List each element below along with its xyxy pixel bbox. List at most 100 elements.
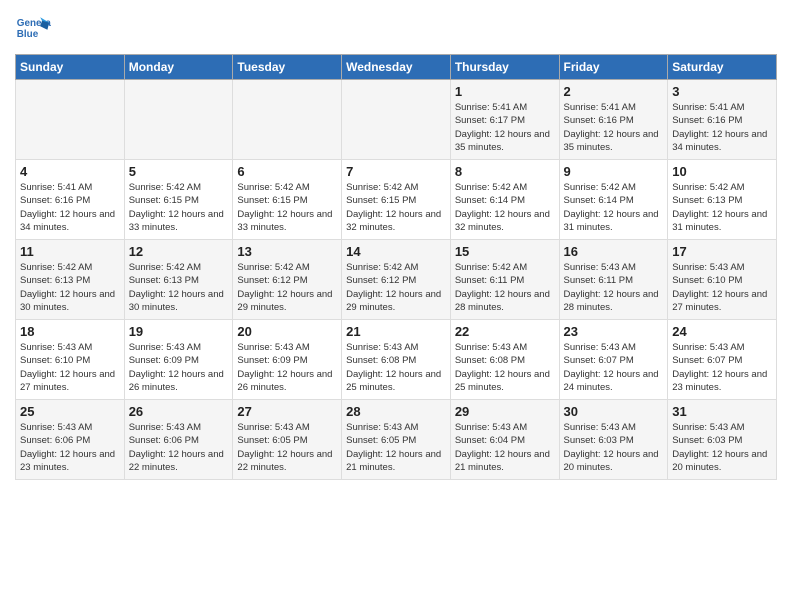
calendar-cell: 22 Sunrise: 5:43 AM Sunset: 6:08 PM Dayli…	[450, 320, 559, 400]
calendar-cell	[16, 80, 125, 160]
calendar-cell: 27 Sunrise: 5:43 AM Sunset: 6:05 PM Dayli…	[233, 400, 342, 480]
day-number: 31	[672, 404, 772, 419]
day-info: Sunrise: 5:42 AM Sunset: 6:13 PM Dayligh…	[672, 181, 772, 234]
day-number: 7	[346, 164, 446, 179]
calendar-week-row: 25 Sunrise: 5:43 AM Sunset: 6:06 PM Dayli…	[16, 400, 777, 480]
day-info: Sunrise: 5:43 AM Sunset: 6:05 PM Dayligh…	[237, 421, 337, 474]
day-number: 23	[564, 324, 664, 339]
day-number: 6	[237, 164, 337, 179]
day-info: Sunrise: 5:41 AM Sunset: 6:16 PM Dayligh…	[20, 181, 120, 234]
calendar-cell: 6 Sunrise: 5:42 AM Sunset: 6:15 PM Daylig…	[233, 160, 342, 240]
day-info: Sunrise: 5:42 AM Sunset: 6:15 PM Dayligh…	[237, 181, 337, 234]
day-info: Sunrise: 5:41 AM Sunset: 6:16 PM Dayligh…	[564, 101, 664, 154]
calendar-cell: 20 Sunrise: 5:43 AM Sunset: 6:09 PM Dayli…	[233, 320, 342, 400]
calendar-cell	[342, 80, 451, 160]
header-day-sunday: Sunday	[16, 55, 125, 80]
day-number: 29	[455, 404, 555, 419]
day-number: 22	[455, 324, 555, 339]
day-info: Sunrise: 5:43 AM Sunset: 6:07 PM Dayligh…	[672, 341, 772, 394]
calendar-cell: 15Sunrise: 5:42 AM Sunset: 6:11 PM Dayli…	[450, 240, 559, 320]
calendar-cell: 10 Sunrise: 5:42 AM Sunset: 6:13 PM Dayli…	[668, 160, 777, 240]
day-number: 10	[672, 164, 772, 179]
calendar-cell: 7Sunrise: 5:42 AM Sunset: 6:15 PM Daylig…	[342, 160, 451, 240]
day-info: Sunrise: 5:43 AM Sunset: 6:03 PM Dayligh…	[564, 421, 664, 474]
day-info: Sunrise: 5:42 AM Sunset: 6:15 PM Dayligh…	[129, 181, 229, 234]
calendar-cell: 19Sunrise: 5:43 AM Sunset: 6:09 PM Dayli…	[124, 320, 233, 400]
day-number: 8	[455, 164, 555, 179]
day-number: 18	[20, 324, 120, 339]
header-day-thursday: Thursday	[450, 55, 559, 80]
day-info: Sunrise: 5:42 AM Sunset: 6:13 PM Dayligh…	[20, 261, 120, 314]
calendar-cell	[124, 80, 233, 160]
day-number: 17	[672, 244, 772, 259]
calendar-week-row: 4Sunrise: 5:41 AM Sunset: 6:16 PM Daylig…	[16, 160, 777, 240]
day-number: 30	[564, 404, 664, 419]
day-number: 12	[129, 244, 229, 259]
calendar-cell: 25 Sunrise: 5:43 AM Sunset: 6:06 PM Dayli…	[16, 400, 125, 480]
calendar-week-row: 11 Sunrise: 5:42 AM Sunset: 6:13 PM Dayli…	[16, 240, 777, 320]
calendar-cell: 3Sunrise: 5:41 AM Sunset: 6:16 PM Daylig…	[668, 80, 777, 160]
day-info: Sunrise: 5:41 AM Sunset: 6:16 PM Dayligh…	[672, 101, 772, 154]
day-info: Sunrise: 5:43 AM Sunset: 6:09 PM Dayligh…	[237, 341, 337, 394]
day-info: Sunrise: 5:43 AM Sunset: 6:11 PM Dayligh…	[564, 261, 664, 314]
day-number: 11	[20, 244, 120, 259]
calendar-table: SundayMondayTuesdayWednesdayThursdayFrid…	[15, 54, 777, 480]
day-info: Sunrise: 5:43 AM Sunset: 6:08 PM Dayligh…	[346, 341, 446, 394]
calendar-cell: 30 Sunrise: 5:43 AM Sunset: 6:03 PM Dayli…	[559, 400, 668, 480]
calendar-cell: 26 Sunrise: 5:43 AM Sunset: 6:06 PM Dayli…	[124, 400, 233, 480]
calendar-week-row: 1Sunrise: 5:41 AM Sunset: 6:17 PM Daylig…	[16, 80, 777, 160]
calendar-cell: 9 Sunrise: 5:42 AM Sunset: 6:14 PM Daylig…	[559, 160, 668, 240]
day-info: Sunrise: 5:43 AM Sunset: 6:03 PM Dayligh…	[672, 421, 772, 474]
calendar-cell: 1Sunrise: 5:41 AM Sunset: 6:17 PM Daylig…	[450, 80, 559, 160]
calendar-cell: 23 Sunrise: 5:43 AM Sunset: 6:07 PM Dayli…	[559, 320, 668, 400]
day-number: 20	[237, 324, 337, 339]
calendar-cell: 29Sunrise: 5:43 AM Sunset: 6:04 PM Dayli…	[450, 400, 559, 480]
calendar-cell: 16 Sunrise: 5:43 AM Sunset: 6:11 PM Dayli…	[559, 240, 668, 320]
day-info: Sunrise: 5:43 AM Sunset: 6:07 PM Dayligh…	[564, 341, 664, 394]
day-info: Sunrise: 5:43 AM Sunset: 6:09 PM Dayligh…	[129, 341, 229, 394]
calendar-cell: 18 Sunrise: 5:43 AM Sunset: 6:10 PM Dayli…	[16, 320, 125, 400]
day-info: Sunrise: 5:43 AM Sunset: 6:08 PM Dayligh…	[455, 341, 555, 394]
day-number: 25	[20, 404, 120, 419]
day-info: Sunrise: 5:42 AM Sunset: 6:12 PM Dayligh…	[237, 261, 337, 314]
day-number: 2	[564, 84, 664, 99]
calendar-cell: 24 Sunrise: 5:43 AM Sunset: 6:07 PM Dayli…	[668, 320, 777, 400]
calendar-cell: 14Sunrise: 5:42 AM Sunset: 6:12 PM Dayli…	[342, 240, 451, 320]
logo-icon: General Blue	[15, 10, 51, 46]
day-info: Sunrise: 5:43 AM Sunset: 6:10 PM Dayligh…	[672, 261, 772, 314]
day-number: 16	[564, 244, 664, 259]
day-info: Sunrise: 5:42 AM Sunset: 6:13 PM Dayligh…	[129, 261, 229, 314]
day-info: Sunrise: 5:42 AM Sunset: 6:14 PM Dayligh…	[564, 181, 664, 234]
day-info: Sunrise: 5:43 AM Sunset: 6:05 PM Dayligh…	[346, 421, 446, 474]
calendar-cell: 8Sunrise: 5:42 AM Sunset: 6:14 PM Daylig…	[450, 160, 559, 240]
calendar-week-row: 18 Sunrise: 5:43 AM Sunset: 6:10 PM Dayli…	[16, 320, 777, 400]
calendar-cell: 2 Sunrise: 5:41 AM Sunset: 6:16 PM Daylig…	[559, 80, 668, 160]
header-day-monday: Monday	[124, 55, 233, 80]
header-day-friday: Friday	[559, 55, 668, 80]
svg-text:Blue: Blue	[17, 29, 39, 40]
page-header: General Blue	[15, 10, 777, 46]
logo: General Blue	[15, 10, 51, 46]
calendar-cell: 13Sunrise: 5:42 AM Sunset: 6:12 PM Dayli…	[233, 240, 342, 320]
day-number: 28	[346, 404, 446, 419]
calendar-header-row: SundayMondayTuesdayWednesdayThursdayFrid…	[16, 55, 777, 80]
header-day-tuesday: Tuesday	[233, 55, 342, 80]
day-number: 27	[237, 404, 337, 419]
day-info: Sunrise: 5:43 AM Sunset: 6:06 PM Dayligh…	[129, 421, 229, 474]
header-day-wednesday: Wednesday	[342, 55, 451, 80]
day-number: 24	[672, 324, 772, 339]
calendar-cell: 17 Sunrise: 5:43 AM Sunset: 6:10 PM Dayli…	[668, 240, 777, 320]
calendar-cell: 4Sunrise: 5:41 AM Sunset: 6:16 PM Daylig…	[16, 160, 125, 240]
day-info: Sunrise: 5:41 AM Sunset: 6:17 PM Dayligh…	[455, 101, 555, 154]
day-number: 9	[564, 164, 664, 179]
day-number: 14	[346, 244, 446, 259]
day-number: 5	[129, 164, 229, 179]
day-number: 15	[455, 244, 555, 259]
day-info: Sunrise: 5:43 AM Sunset: 6:10 PM Dayligh…	[20, 341, 120, 394]
day-number: 21	[346, 324, 446, 339]
day-number: 26	[129, 404, 229, 419]
calendar-cell: 21 Sunrise: 5:43 AM Sunset: 6:08 PM Dayli…	[342, 320, 451, 400]
day-info: Sunrise: 5:43 AM Sunset: 6:06 PM Dayligh…	[20, 421, 120, 474]
calendar-cell: 12 Sunrise: 5:42 AM Sunset: 6:13 PM Dayli…	[124, 240, 233, 320]
calendar-cell: 31 Sunrise: 5:43 AM Sunset: 6:03 PM Dayli…	[668, 400, 777, 480]
